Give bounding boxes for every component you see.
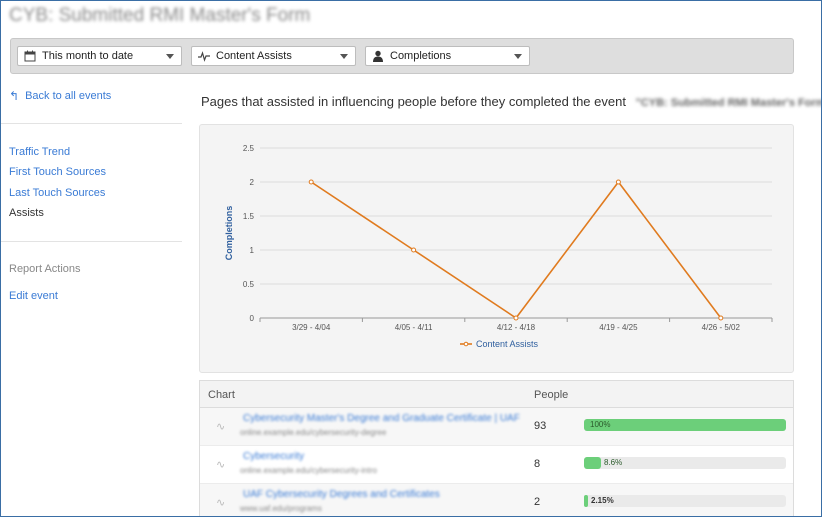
chart-canvas: 0 0.5 1 1.5 2 2.5 3/29 - 4/04 4/05 - 4/11 4/12 -… — [224, 144, 773, 349]
page-link[interactable]: Cybersecurity Master's Degree and Gradua… — [243, 413, 520, 424]
page-link[interactable]: UAF Cybersecurity Degrees and Certificat… — [243, 489, 440, 500]
nav-first-touch-sources[interactable]: First Touch Sources — [9, 166, 106, 178]
chevron-down-icon — [340, 54, 348, 59]
page-url: www.uaf.edu/programs — [240, 504, 322, 513]
page-url: online.example.edu/cybersecurity-intro — [240, 466, 377, 475]
date-range-value: This month to date — [42, 50, 134, 62]
data-point[interactable] — [513, 315, 519, 321]
percent-label: 100% — [590, 420, 611, 429]
percent-label: 8.6% — [604, 458, 623, 467]
x-tick-label: 4/05 - 4/11 — [395, 323, 433, 332]
report-actions-label: Report Actions — [9, 263, 81, 275]
percent-bar-fill — [584, 419, 786, 431]
percent-label: 2.15% — [591, 496, 614, 505]
metric-value: Content Assists — [216, 50, 292, 62]
y-tick-label: 2 — [250, 178, 255, 187]
calendar-icon — [24, 50, 36, 62]
filter-toolbar: This month to date Content Assists Compl… — [10, 38, 794, 74]
chevron-down-icon — [514, 54, 522, 59]
back-link[interactable]: ↰ Back to all events — [9, 89, 111, 103]
nav-traffic-trend[interactable]: Traffic Trend — [9, 146, 70, 158]
table-row[interactable]: ∿ Cybersecurity online.example.edu/cyberse… — [200, 446, 793, 484]
back-arrow-icon: ↰ — [9, 89, 20, 103]
people-count: 8 — [534, 458, 541, 470]
y-tick-label: 0 — [250, 314, 255, 323]
event-name: "CYB: Submitted RMI Master's Form" — [635, 97, 822, 109]
page-link[interactable]: Cybersecurity — [243, 451, 304, 462]
y-axis-label: Completions — [224, 206, 234, 261]
percent-bar: 100% — [584, 419, 786, 431]
column-header-people: People — [534, 389, 569, 401]
legend-label[interactable]: Content Assists — [476, 339, 539, 349]
divider — [1, 123, 182, 124]
page-title: CYB: Submitted RMI Master's Form — [9, 5, 311, 26]
percent-bar: 8.6% — [584, 457, 786, 469]
chevron-down-icon — [166, 54, 174, 59]
y-tick-label: 1 — [250, 246, 255, 255]
sparkline-icon[interactable]: ∿ — [216, 458, 225, 471]
divider — [1, 241, 182, 242]
x-tick-label: 4/12 - 4/18 — [497, 323, 536, 332]
sparkline-icon[interactable]: ∿ — [216, 496, 225, 509]
edit-event-link[interactable]: Edit event — [9, 290, 58, 302]
table-row[interactable]: ∿ Cybersecurity Master's Degree and Gradu… — [200, 408, 793, 446]
y-tick-label: 0.5 — [243, 280, 255, 289]
legend-marker — [463, 341, 469, 347]
table-row[interactable]: ∿ UAF Cybersecurity Degrees and Certifica… — [200, 484, 793, 516]
data-point[interactable] — [308, 179, 314, 185]
metric-dropdown[interactable]: Content Assists — [191, 46, 356, 66]
section-heading: Pages that assisted in influencing peopl… — [201, 94, 822, 109]
data-point[interactable] — [718, 315, 724, 321]
x-tick-label: 4/26 - 5/02 — [702, 323, 741, 332]
sparkline-icon[interactable]: ∿ — [216, 420, 225, 433]
data-point[interactable] — [615, 179, 621, 185]
people-count: 2 — [534, 496, 541, 508]
person-icon — [372, 50, 384, 62]
goal-dropdown[interactable]: Completions — [365, 46, 530, 66]
nav-assists[interactable]: Assists — [9, 207, 44, 219]
percent-bar: 2.15% — [584, 495, 786, 507]
column-header-chart: Chart — [208, 389, 235, 401]
x-tick-label: 4/19 - 4/25 — [599, 323, 638, 332]
x-tick-label: 3/29 - 4/04 — [292, 323, 331, 332]
pulse-icon — [198, 50, 210, 62]
people-count: 93 — [534, 420, 547, 432]
y-tick-label: 2.5 — [243, 144, 255, 153]
data-point[interactable] — [411, 247, 417, 253]
nav-last-touch-sources[interactable]: Last Touch Sources — [9, 187, 105, 199]
goal-value: Completions — [390, 50, 452, 62]
report-window: CYB: Submitted RMI Master's Form This mo… — [0, 0, 822, 517]
date-range-dropdown[interactable]: This month to date — [17, 46, 182, 66]
table-header: Chart People — [200, 381, 793, 408]
percent-bar-fill — [584, 495, 588, 507]
page-url: online.example.edu/cybersecurity-degree — [240, 428, 387, 437]
line-chart: 0 0.5 1 1.5 2 2.5 3/29 - 4/04 4/05 - 4/11 4/12 -… — [199, 124, 794, 373]
heading-text: Pages that assisted in influencing peopl… — [201, 94, 626, 109]
y-tick-label: 1.5 — [243, 212, 255, 221]
percent-bar-fill — [584, 457, 601, 469]
assists-table: Chart People ∿ Cybersecurity Master's Deg… — [199, 380, 794, 516]
back-link-label: Back to all events — [25, 90, 112, 102]
